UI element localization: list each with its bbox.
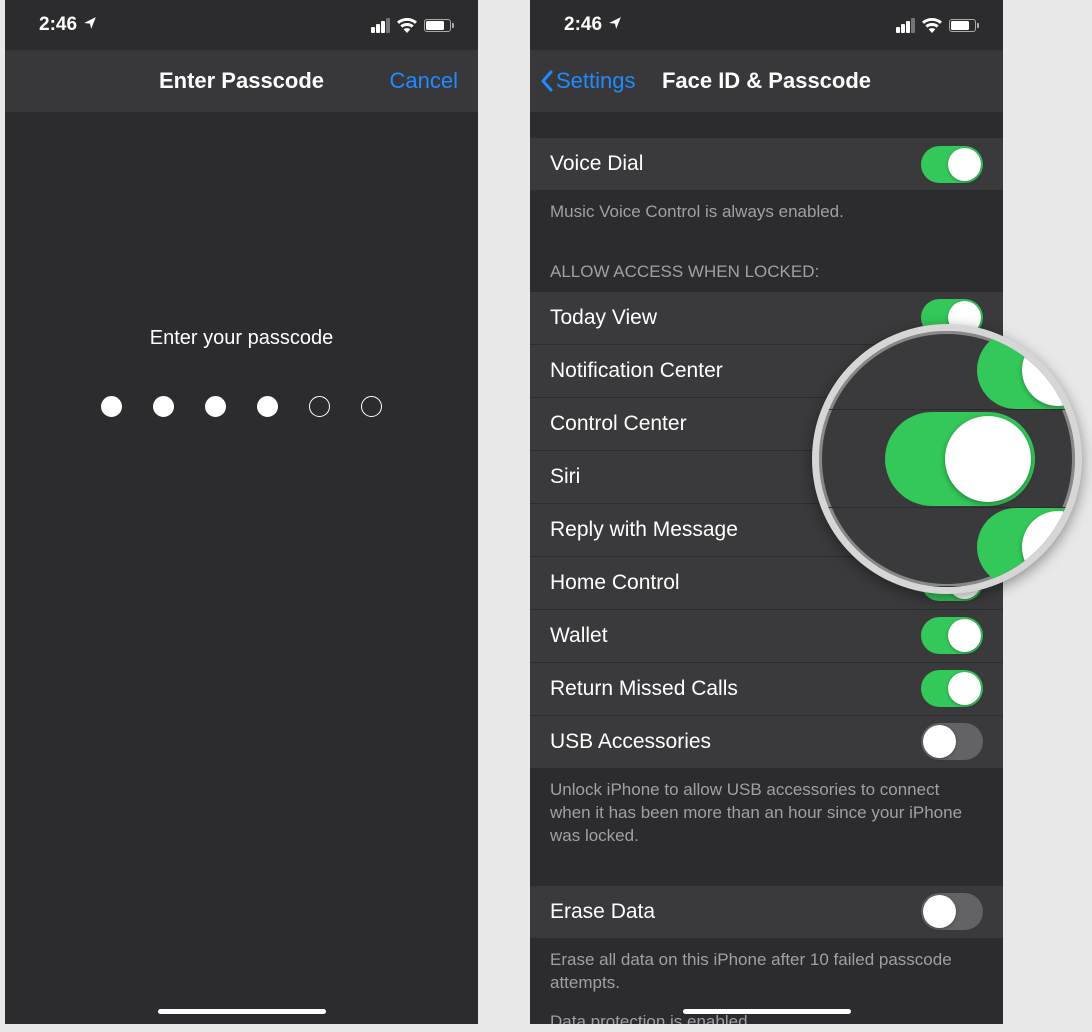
location-arrow-icon (608, 16, 622, 34)
row-label: Reply with Message (550, 518, 738, 542)
section-footer: Unlock iPhone to allow USB accessories t… (530, 769, 1003, 860)
status-icons (371, 18, 454, 33)
section-footer: Music Voice Control is always enabled. (530, 191, 1003, 236)
passcode-dot (361, 396, 382, 417)
row-label: Siri (550, 465, 580, 489)
battery-icon (949, 19, 980, 32)
home-indicator[interactable] (683, 1009, 851, 1014)
cancel-button[interactable]: Cancel (390, 68, 458, 94)
passcode-dot (309, 396, 330, 417)
row-label: USB Accessories (550, 730, 711, 754)
row-label: Home Control (550, 571, 680, 595)
row-label: Erase Data (550, 900, 655, 924)
passcode-dot (205, 396, 226, 417)
row-label: Notification Center (550, 359, 723, 383)
passcode-dot (153, 396, 174, 417)
status-bar: 2:46 (5, 0, 478, 50)
nav-title: Face ID & Passcode (662, 68, 871, 94)
magnifier-focused-row (819, 410, 1075, 508)
back-label: Settings (556, 68, 636, 94)
cellular-signal-icon (371, 18, 390, 33)
cellular-signal-icon (896, 18, 915, 33)
passcode-entry-area: Enter your passcode (5, 112, 478, 417)
chevron-left-icon (540, 70, 554, 92)
home-indicator[interactable] (158, 1009, 326, 1014)
nav-title: Enter Passcode (159, 68, 324, 94)
magnifier-row-above (819, 331, 1075, 410)
toggle-switch[interactable] (921, 893, 983, 930)
status-icons (896, 18, 979, 33)
wifi-icon (397, 18, 417, 33)
magnifier-callout (812, 324, 1082, 594)
settings-row[interactable]: Voice Dial (530, 138, 1003, 191)
row-label: Wallet (550, 624, 608, 648)
passcode-dots (5, 396, 478, 417)
row-label: Control Center (550, 412, 687, 436)
nav-bar: Enter Passcode Cancel (5, 50, 478, 112)
passcode-dot (257, 396, 278, 417)
passcode-prompt: Enter your passcode (5, 327, 478, 350)
status-time: 2:46 (564, 14, 622, 36)
section-footer: Erase all data on this iPhone after 10 f… (530, 939, 1003, 1007)
toggle-switch[interactable] (977, 508, 1082, 586)
passcode-dot (101, 396, 122, 417)
settings-row[interactable]: Erase Data (530, 886, 1003, 939)
wifi-icon (922, 18, 942, 33)
passcode-screen: 2:46 Enter Passcode Cancel Enter your pa… (5, 0, 478, 1024)
status-time: 2:46 (39, 14, 97, 36)
section-header: ALLOW ACCESS WHEN LOCKED: (530, 236, 1003, 292)
row-label: Voice Dial (550, 152, 643, 176)
toggle-switch[interactable] (977, 331, 1082, 409)
toggle-switch[interactable] (921, 617, 983, 654)
battery-icon (424, 19, 455, 32)
location-arrow-icon (83, 16, 97, 34)
toggle-switch[interactable] (921, 670, 983, 707)
toggle-switch[interactable] (921, 723, 983, 760)
settings-row[interactable]: USB Accessories (530, 716, 1003, 769)
row-label: Return Missed Calls (550, 677, 738, 701)
settings-row[interactable]: Wallet (530, 610, 1003, 663)
clock-time: 2:46 (564, 14, 602, 36)
toggle-switch[interactable] (885, 412, 1035, 506)
back-button[interactable]: Settings (540, 68, 636, 94)
row-label: Today View (550, 306, 657, 330)
settings-row[interactable]: Return Missed Calls (530, 663, 1003, 716)
toggle-switch[interactable] (921, 146, 983, 183)
status-bar: 2:46 (530, 0, 1003, 50)
clock-time: 2:46 (39, 14, 77, 36)
magnifier-row-below (819, 508, 1075, 587)
nav-bar: Settings Face ID & Passcode (530, 50, 1003, 112)
